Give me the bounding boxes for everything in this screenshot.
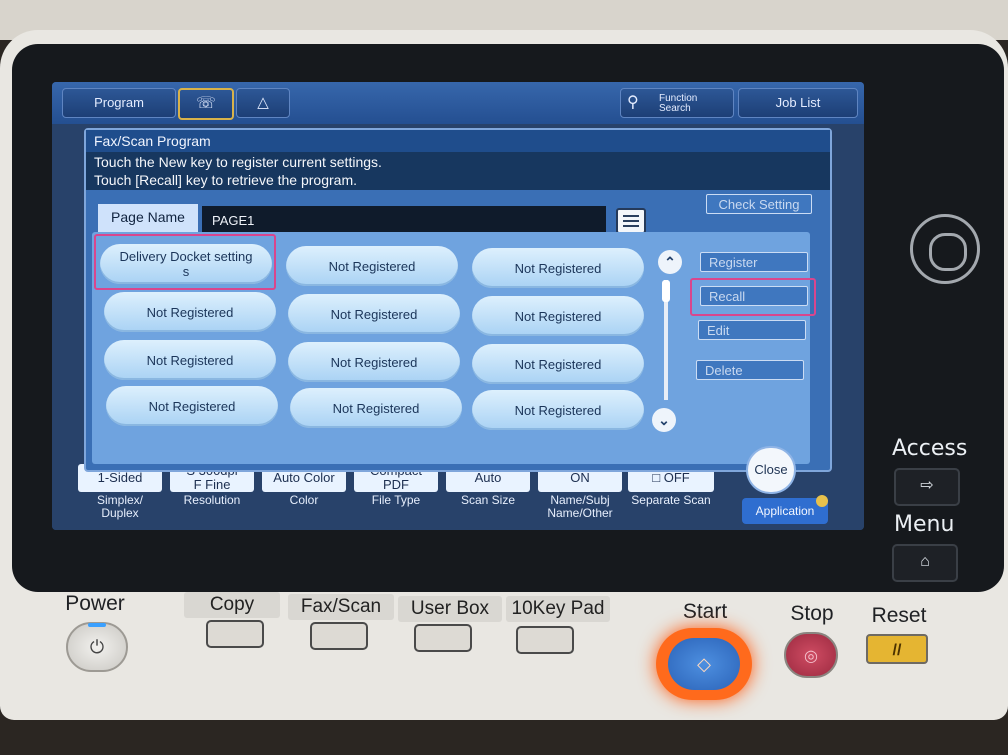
delete-button[interactable]: Delete — [696, 360, 804, 380]
power-key[interactable]: ⏻ — [66, 622, 128, 672]
stop-icon: ◎ — [804, 648, 818, 665]
tenkey-key[interactable] — [516, 626, 574, 654]
setting-label: Scan Size — [460, 493, 516, 507]
power-led — [88, 623, 106, 627]
check-setting-button[interactable]: Check Setting — [706, 194, 812, 214]
scan-tab[interactable]: △ — [236, 88, 290, 118]
program-button-4[interactable]: Not Registered — [104, 292, 276, 332]
copy-key[interactable] — [206, 620, 264, 648]
program-button-3[interactable]: Not Registered — [472, 248, 644, 288]
menu-key[interactable]: ⌂ — [892, 544, 958, 582]
dialog-title: Fax/Scan Program — [86, 130, 830, 152]
access-icon: ⇨ — [920, 477, 934, 494]
recall-highlight — [690, 278, 816, 316]
reset-label: Reset — [871, 604, 927, 627]
stop-key[interactable]: ◎ — [784, 632, 838, 678]
stop-label: Stop — [790, 602, 834, 625]
setting-label: Simplex/ Duplex — [96, 493, 143, 520]
setting-label: Separate Scan — [631, 493, 711, 507]
program-button-8[interactable]: Not Registered — [288, 342, 460, 382]
function-search-button[interactable]: ⚲ Function Search — [620, 88, 734, 118]
fax-scan-label: Fax/Scan — [288, 594, 394, 620]
edit-button[interactable]: Edit — [698, 320, 806, 340]
search-icon: ⚲ — [627, 94, 639, 111]
nfc-icon — [910, 214, 980, 284]
user-box-label: User Box — [398, 596, 502, 622]
setting-label: File Type — [371, 493, 421, 507]
home-icon: ⌂ — [920, 553, 930, 570]
diamond-icon[interactable]: ◇ — [668, 638, 740, 690]
dialog-message-line2: Touch [Recall] key to retrieve the progr… — [94, 172, 358, 188]
program-button-10[interactable]: Not Registered — [106, 386, 278, 426]
page-name-label: Page Name — [98, 204, 198, 232]
register-button[interactable]: Register — [700, 252, 808, 272]
copy-label: Copy — [184, 592, 280, 618]
list-icon[interactable] — [616, 208, 646, 234]
setting-label: Color — [289, 493, 319, 507]
program-button-7[interactable]: Not Registered — [104, 340, 276, 380]
fax-scan-program-dialog: Fax/Scan Program Touch the New key to re… — [84, 128, 832, 472]
program-button-2[interactable]: Not Registered — [286, 246, 458, 286]
dialog-message: Touch the New key to register current se… — [86, 152, 830, 190]
setting-name-subject[interactable]: ON Name/Subj Name/Other — [538, 464, 622, 520]
fax-tab[interactable]: ☏ — [178, 88, 234, 120]
phone-icon: ☏ — [195, 95, 216, 112]
job-list-button[interactable]: Job List — [738, 88, 858, 118]
program-button-9[interactable]: Not Registered — [472, 344, 644, 384]
scan-page-icon: □ — [652, 470, 661, 485]
start-label: Start — [682, 600, 728, 623]
reset-key[interactable]: // — [866, 634, 928, 664]
function-search-label2: Search — [659, 103, 691, 114]
power-icon: ⏻ — [89, 637, 105, 657]
power-label: Power — [65, 592, 125, 615]
setting-simplex[interactable]: 1-Sided Simplex/ Duplex — [78, 464, 162, 520]
close-button[interactable]: Close — [748, 448, 794, 492]
program-button-12[interactable]: Not Registered — [472, 390, 644, 430]
tenkey-label: 10Key Pad — [506, 596, 610, 622]
chevron-down-icon[interactable]: ⌄ — [652, 408, 676, 432]
program-button-6[interactable]: Not Registered — [472, 296, 644, 336]
setting-label: Name/Subj Name/Other — [547, 493, 613, 520]
scroll-thumb[interactable] — [662, 280, 670, 302]
program-button-11[interactable]: Not Registered — [290, 388, 462, 428]
program-button-5[interactable]: Not Registered — [288, 294, 460, 334]
scan-icon: △ — [257, 94, 269, 111]
fax-scan-key[interactable] — [310, 622, 368, 650]
chevron-up-icon[interactable]: ⌃ — [658, 250, 682, 274]
slash-icon: // — [892, 642, 902, 659]
top-bar: Program ☏ △ ⚲ Function Search Job List — [52, 82, 864, 124]
access-label: Access — [892, 436, 968, 461]
dialog-message-line1: Touch the New key to register current se… — [94, 154, 382, 170]
program-tab[interactable]: Program — [62, 88, 176, 118]
setting-label: Resolution — [183, 493, 241, 507]
access-key[interactable]: ⇨ — [894, 468, 960, 506]
user-box-key[interactable] — [414, 624, 472, 652]
application-indicator — [816, 495, 828, 507]
separate-scan-value: OFF — [663, 470, 690, 485]
selected-program-highlight — [94, 234, 276, 290]
menu-label: Menu — [894, 512, 955, 537]
